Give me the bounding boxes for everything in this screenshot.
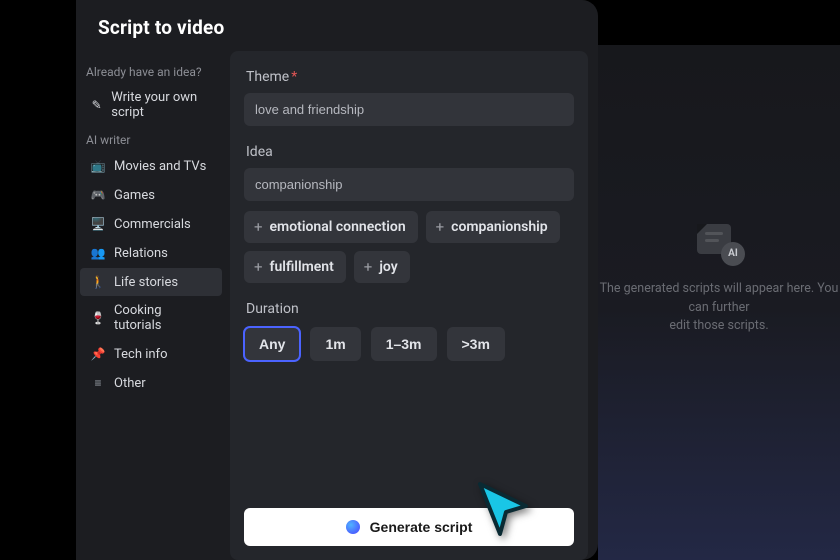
theme-input[interactable] — [244, 93, 574, 126]
idea-input[interactable] — [244, 168, 574, 201]
duration-option[interactable]: >3m — [447, 327, 505, 361]
pencil-icon: ✎ — [90, 97, 103, 113]
sidebar-item-life-stories[interactable]: 🚶 Life stories — [80, 268, 222, 296]
sidebar-item-label: Write your own script — [111, 90, 212, 120]
plus-icon: + — [254, 260, 263, 275]
ai-badge: AI — [721, 242, 745, 266]
page-title: Script to video — [98, 16, 576, 39]
generate-script-button[interactable]: Generate script — [244, 508, 574, 546]
sidebar-item-games[interactable]: 🎮 Games — [80, 181, 222, 209]
category-icon: 🎮 — [90, 187, 106, 203]
category-icon: 👥 — [90, 245, 106, 261]
plus-icon: + — [364, 260, 373, 275]
sidebar-item-label: Movies and TVs — [114, 159, 206, 174]
sidebar-item-label: Games — [114, 188, 155, 203]
duration-label: Duration — [246, 301, 574, 317]
sidebar-item-other[interactable]: ≡ Other — [80, 369, 222, 397]
sidebar-item-label: Relations — [114, 246, 168, 261]
category-icon: ≡ — [90, 375, 106, 391]
sidebar-item-tech-info[interactable]: 📌 Tech info — [80, 340, 222, 368]
sidebar-section-ai-writer: AI writer — [76, 127, 226, 151]
sidebar-item-commercials[interactable]: 🖥️ Commercials — [80, 210, 222, 238]
sidebar-item-movies-and-tvs[interactable]: 📺 Movies and TVs — [80, 152, 222, 180]
category-icon: 📌 — [90, 346, 106, 362]
script-panel: Script to video Already have an idea? ✎ … — [76, 0, 598, 560]
idea-tags: + emotional connection + companionship + fulf… — [244, 211, 574, 283]
duration-option[interactable]: Any — [244, 327, 300, 361]
sidebar-item-label: Life stories — [114, 275, 178, 290]
tag-label: companionship — [451, 219, 548, 235]
generate-label: Generate script — [370, 519, 473, 535]
sidebar-item-label: Commercials — [114, 217, 191, 232]
required-asterisk: * — [291, 69, 297, 85]
sidebar-item-label: Cooking tutorials — [114, 303, 212, 333]
sidebar-item-label: Tech info — [114, 347, 168, 362]
idea-tag[interactable]: + fulfillment — [244, 251, 346, 283]
title-bar: Script to video — [76, 0, 598, 51]
sidebar-item-cooking-tutorials[interactable]: 🍷 Cooking tutorials — [80, 297, 222, 339]
idea-tag[interactable]: + companionship — [426, 211, 560, 243]
duration-row: Any 1m 1–3m >3m — [244, 327, 574, 361]
duration-option[interactable]: 1–3m — [371, 327, 437, 361]
preview-panel: AI The generated scripts will appear her… — [598, 0, 840, 560]
sidebar-item-label: Other — [114, 376, 146, 391]
script-placeholder-icon: AI — [693, 224, 745, 266]
category-icon: 🚶 — [90, 274, 106, 290]
sparkle-icon — [346, 520, 360, 534]
sidebar-item-write-own[interactable]: ✎ Write your own script — [80, 84, 222, 126]
plus-icon: + — [436, 220, 445, 235]
tag-label: emotional connection — [270, 219, 406, 235]
theme-label: Theme* — [246, 69, 574, 85]
idea-tag[interactable]: + joy — [354, 251, 410, 283]
duration-option[interactable]: 1m — [310, 327, 360, 361]
tag-label: joy — [379, 259, 397, 275]
category-icon: 🖥️ — [90, 216, 106, 232]
tag-label: fulfillment — [270, 259, 334, 275]
sidebar-section-have-idea: Already have an idea? — [76, 59, 226, 83]
plus-icon: + — [254, 220, 263, 235]
idea-label: Idea — [246, 144, 574, 160]
category-icon: 📺 — [90, 158, 106, 174]
sidebar: Already have an idea? ✎ Write your own s… — [76, 51, 226, 560]
idea-tag[interactable]: + emotional connection — [244, 211, 418, 243]
form-main: Theme* Idea + emotional connection + compan… — [230, 51, 588, 560]
sidebar-item-relations[interactable]: 👥 Relations — [80, 239, 222, 267]
placeholder-text: The generated scripts will appear here. … — [598, 280, 840, 336]
category-icon: 🍷 — [90, 310, 106, 326]
